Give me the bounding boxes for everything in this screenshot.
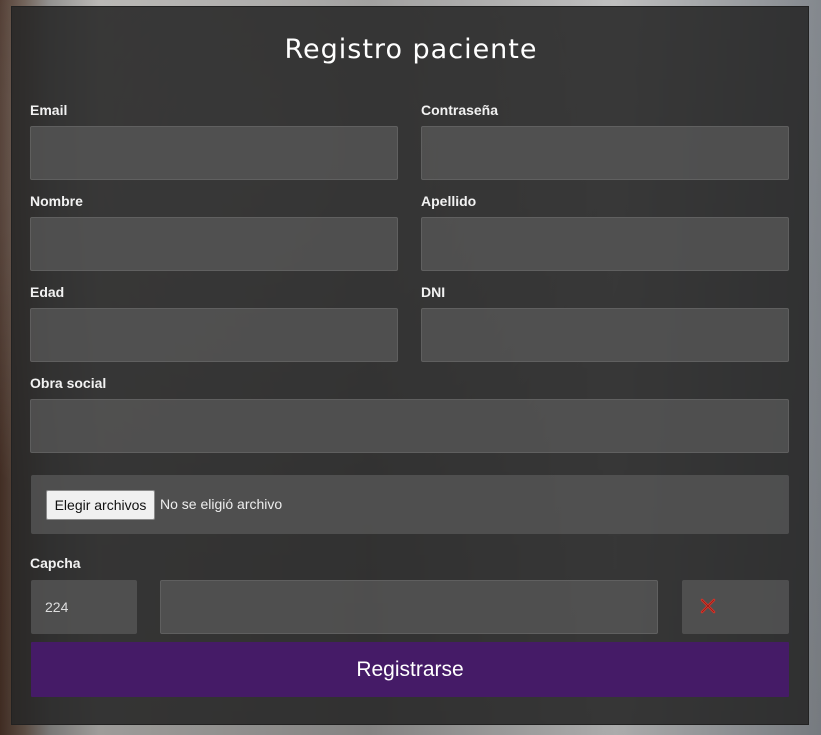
- email-field[interactable]: [30, 126, 398, 180]
- registration-panel: Registro paciente Email Contraseña Nombr…: [11, 6, 809, 725]
- choose-files-button[interactable]: Elegir archivos: [46, 490, 155, 520]
- captcha-label: Capcha: [30, 555, 81, 571]
- email-label: Email: [30, 102, 68, 118]
- password-label: Contraseña: [421, 102, 499, 118]
- insurance-label: Obra social: [30, 375, 107, 391]
- dni-field[interactable]: [421, 308, 789, 362]
- age-label: Edad: [30, 284, 65, 300]
- first-name-field[interactable]: [30, 217, 398, 271]
- password-field[interactable]: [421, 126, 789, 180]
- file-upload-row: Elegir archivos No se eligió archivo: [31, 475, 789, 534]
- first-name-label: Nombre: [30, 193, 83, 209]
- last-name-label: Apellido: [421, 193, 477, 209]
- x-icon: [700, 598, 716, 614]
- captcha-status-box: [682, 580, 789, 634]
- last-name-field[interactable]: [421, 217, 789, 271]
- captcha-code: 224: [31, 580, 137, 634]
- register-button[interactable]: Registrarse: [31, 642, 789, 697]
- age-field[interactable]: [30, 308, 398, 362]
- dni-label: DNI: [421, 284, 446, 300]
- form-title: Registro paciente: [284, 34, 538, 65]
- file-status-text: No se eligió archivo: [160, 496, 283, 512]
- insurance-field[interactable]: [30, 399, 789, 453]
- captcha-input[interactable]: [160, 580, 658, 634]
